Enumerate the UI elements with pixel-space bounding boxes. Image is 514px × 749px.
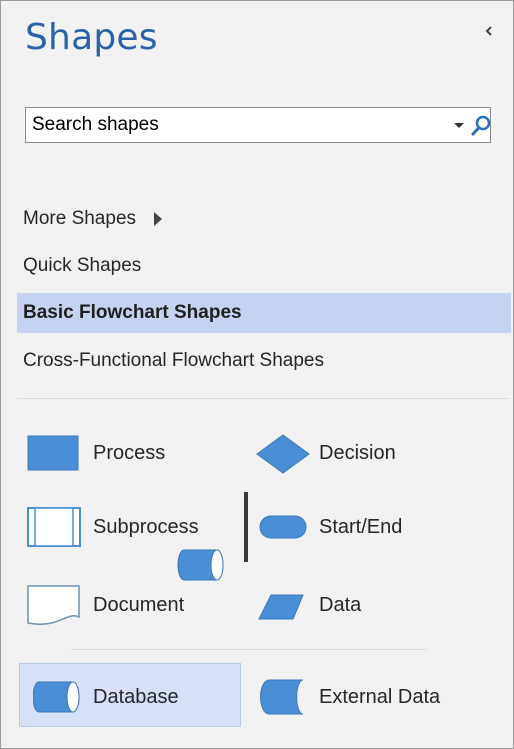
subprocess-label: Subprocess <box>93 516 199 538</box>
more-shapes-menu[interactable]: More Shapes <box>17 199 511 239</box>
shape-start-end[interactable]: Start/End <box>259 507 459 547</box>
search-input[interactable] <box>32 112 412 138</box>
data-label: Data <box>319 594 362 616</box>
search-box <box>25 107 491 143</box>
submenu-arrow-icon <box>154 211 163 226</box>
decision-label: Decision <box>319 442 396 464</box>
process-label: Process <box>93 442 166 464</box>
divider <box>17 398 509 399</box>
search-button[interactable] <box>470 114 492 138</box>
shape-data[interactable]: Data <box>257 585 457 625</box>
dragged-database-icon <box>177 549 224 581</box>
more-shapes-label: More Shapes <box>23 208 137 229</box>
shape-subprocess[interactable]: Subprocess <box>27 507 227 547</box>
subprocess-shape-icon <box>27 507 81 547</box>
document-shape-icon <box>27 585 80 625</box>
stencil-basic-flowchart-shapes[interactable]: Basic Flowchart Shapes <box>17 293 511 333</box>
pane-title: Shapes <box>25 17 158 58</box>
shape-process[interactable]: Process <box>27 433 227 473</box>
divider <box>71 649 427 650</box>
shape-external-data[interactable]: External Data <box>259 677 469 717</box>
external-data-label: External Data <box>319 686 441 708</box>
search-dropdown-button[interactable] <box>452 116 466 134</box>
shape-decision[interactable]: Decision <box>255 433 455 474</box>
stencil-quick-shapes[interactable]: Quick Shapes <box>17 246 511 286</box>
start-end-shape-icon <box>259 515 307 539</box>
data-shape-icon <box>258 594 304 620</box>
shape-document[interactable]: Document <box>27 585 227 625</box>
dropdown-arrow-icon <box>454 123 464 128</box>
external-data-shape-icon <box>260 679 304 715</box>
process-shape-icon <box>27 435 79 471</box>
decision-shape-icon <box>256 434 310 474</box>
document-label: Document <box>93 594 185 616</box>
stencil-cross-functional-shapes[interactable]: Cross-Functional Flowchart Shapes <box>17 341 511 381</box>
shape-database[interactable]: Database <box>33 677 233 717</box>
quick-shapes-label: Quick Shapes <box>23 255 142 276</box>
database-label: Database <box>93 686 179 708</box>
search-icon <box>471 115 491 136</box>
basic-flowchart-label: Basic Flowchart Shapes <box>23 302 242 323</box>
cross-functional-label: Cross-Functional Flowchart Shapes <box>23 350 324 371</box>
insertion-marker <box>244 492 248 562</box>
shapes-pane: Shapes More Shapes Quick Shapes Basic Fl… <box>0 0 514 749</box>
start-end-label: Start/End <box>319 516 403 538</box>
database-shape-icon <box>33 681 80 713</box>
chevron-left-icon <box>485 26 492 36</box>
collapse-pane-button[interactable] <box>479 21 499 41</box>
